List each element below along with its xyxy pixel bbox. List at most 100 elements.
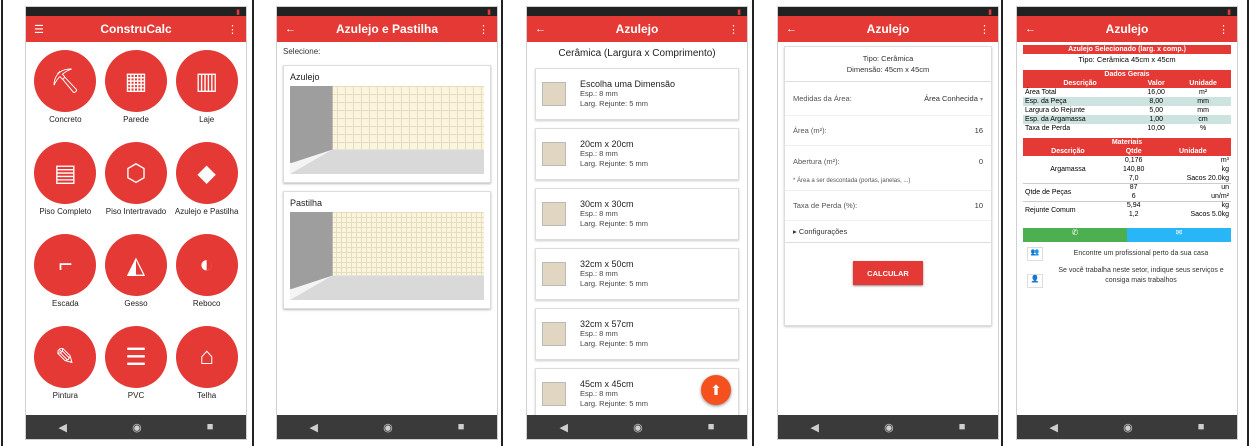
opening-note: * Área a ser descontada (portas, janelas… [785,176,991,191]
home-icon[interactable]: ◉ [1123,421,1133,434]
cell-value: 8,00 [1149,98,1163,105]
field-value: 10 [974,201,983,210]
stairs-icon: ⌐ [34,234,97,296]
table-row: Rejunte Comum 5,94 kg [1023,201,1231,214]
calculator-tile[interactable]: ⌐ Escada [30,234,101,322]
offer-services-banner[interactable]: 👤 Se você trabalha neste setor, indique … [1017,266,1237,301]
settings-expander[interactable]: ▸ Configurações [785,221,991,243]
general-data-table: Dados Gerais Descrição Valor Unidade Áre… [1023,70,1231,133]
whatsapp-share-button[interactable]: ✆ [1023,228,1127,242]
tile-thumbnail [542,82,566,106]
home-icon[interactable]: ◉ [132,421,142,434]
person-add-icon: 👤 [1027,274,1043,288]
back-icon[interactable]: ◀ [560,421,568,434]
recents-icon[interactable]: ■ [708,421,715,433]
calculator-tile[interactable]: ⛏ Concreto [30,50,101,138]
item-grout: Larg. Rejunte: 5 mm [580,159,648,168]
back-arrow-icon[interactable]: ← [285,23,299,35]
back-arrow-icon[interactable]: ← [786,23,800,35]
pastilha-card[interactable]: Pastilha [283,191,491,309]
list-item[interactable]: 30cm x 30cm Esp.: 8 mm Larg. Rejunte: 5 mm [535,188,739,240]
back-icon[interactable]: ◀ [1050,421,1058,434]
field-value: 16 [974,126,983,135]
unit: Sacos 5.0kg [1190,211,1229,218]
azulejo-card[interactable]: Azulejo [283,65,491,183]
tile-thumbnail [542,262,566,286]
loss-rate-field[interactable]: Taxa de Perda (%): 10 [785,191,991,221]
calculator-tile[interactable]: ☰ PVC [101,326,172,414]
item-thickness: Esp.: 8 mm [580,209,618,218]
back-icon[interactable]: ◀ [59,421,67,434]
azulejo-dimension-screen: ▮ ← Azulejo ⋮ Cerâmica (Largura x Compri… [526,6,748,440]
battery-icon: ▮ [988,9,992,16]
brick-wall-icon: ▦ [104,50,167,112]
list-item[interactable]: 20cm x 20cm Esp.: 8 mm Larg. Rejunte: 5 mm [535,128,739,180]
email-share-button[interactable]: ✉ [1127,228,1231,242]
calculator-tile[interactable]: ◐ Reboco [171,234,242,322]
find-professional-banner[interactable]: 👥 Encontre um profissional perto da sua … [1017,242,1237,266]
overflow-menu-icon[interactable]: ⋮ [725,23,739,36]
recents-icon[interactable]: ■ [1198,421,1205,433]
cell-value: 5,00 [1149,107,1163,114]
unit: Sacos 20.0kg [1186,174,1229,182]
home-icon[interactable]: ◉ [633,421,643,434]
select-value-wrap: Área Conhecida ▾ [924,94,983,103]
list-item[interactable]: 32cm x 57cm Esp.: 8 mm Larg. Rejunte: 5 mm [535,308,739,360]
item-thickness: Esp.: 8 mm [580,89,618,98]
back-arrow-icon[interactable]: ← [1025,23,1039,35]
home-icon[interactable]: ◉ [383,421,393,434]
overflow-menu-icon[interactable]: ⋮ [1215,23,1229,36]
calculator-tile[interactable]: ▤ Piso Completo [30,142,101,230]
calculator-tile[interactable]: ✎ Pintura [30,326,101,414]
cell-desc: Esp. da Argamassa [1025,116,1086,123]
overflow-menu-icon[interactable]: ⋮ [475,23,489,36]
table-row: Argamassa 0,176 m³ [1023,156,1231,173]
section-heading: Cerâmica (Largura x Comprimento) [558,48,716,59]
tile-thumbnail [542,382,566,406]
item-grout: Larg. Rejunte: 5 mm [580,339,648,348]
overflow-menu-icon[interactable]: ⋮ [976,23,990,36]
qty: 140,80 [1122,166,1145,173]
back-arrow-icon[interactable]: ← [535,23,549,35]
chevron-down-icon: ▾ [979,97,983,103]
back-icon[interactable]: ◀ [310,421,318,434]
recents-icon[interactable]: ■ [458,421,465,433]
list-item[interactable]: Escolha uma Dimensão Esp.: 8 mm Larg. Reju… [535,68,739,120]
table-column-headers: Descrição Qtde Unidade [1023,147,1231,156]
calculator-tile[interactable]: ◭ Gesso [101,234,172,322]
item-size: 32cm x 57cm [580,319,634,329]
back-icon[interactable]: ◀ [811,421,819,434]
arrow-up-icon: ⬆ [710,381,722,398]
recents-icon[interactable]: ■ [959,421,966,433]
recents-icon[interactable]: ■ [207,421,214,433]
android-nav-bar: ◀ ◉ ■ [778,415,998,439]
app-bar: ← Azulejo ⋮ [1017,16,1237,42]
battery-icon: ▮ [1227,9,1231,16]
hamburger-menu-icon[interactable]: ☰ [34,23,48,36]
trowel-icon: ◭ [104,234,167,296]
calculator-tile[interactable]: ⌂ Telha [171,326,242,414]
list-item[interactable]: 32cm x 50cm Esp.: 8 mm Larg. Rejunte: 5 mm [535,248,739,300]
plaster-wall-icon: ◐ [175,234,238,296]
calculate-button[interactable]: CALCULAR [853,261,923,285]
area-measure-select[interactable]: Medidas da Área: Área Conhecida ▾ [785,82,991,116]
tile-label: Concreto [49,115,82,124]
scroll-up-fab[interactable]: ⬆ [701,375,731,405]
home-icon[interactable]: ◉ [884,421,894,434]
calculator-tile[interactable]: ⬡ Piso Intertravado [101,142,172,230]
screen-title: Azulejo [866,22,910,36]
item-size: 45cm x 45cm [580,379,634,389]
calculator-tile[interactable]: ◆ Azulejo e Pastilha [171,142,242,230]
status-bar: ▮ [26,7,246,16]
area-field[interactable]: Área (m²): 16 [785,116,991,146]
field-label: Taxa de Perda (%): [793,201,858,210]
opening-field[interactable]: Abertura (m²): 0 [785,146,991,176]
select-value: Área Conhecida [924,94,978,103]
overflow-menu-icon[interactable]: ⋮ [224,23,238,36]
table-row: Largura do Rejunte 5,00 mm [1023,106,1231,115]
calculator-tile[interactable]: ▥ Laje [171,50,242,138]
wheelbarrow-icon: ⛏ [34,50,97,112]
item-text: Escolha uma Dimensão Esp.: 8 mm Larg. Reju… [580,79,675,109]
calculator-tile[interactable]: ▦ Parede [101,50,172,138]
item-grout: Larg. Rejunte: 5 mm [580,279,648,288]
